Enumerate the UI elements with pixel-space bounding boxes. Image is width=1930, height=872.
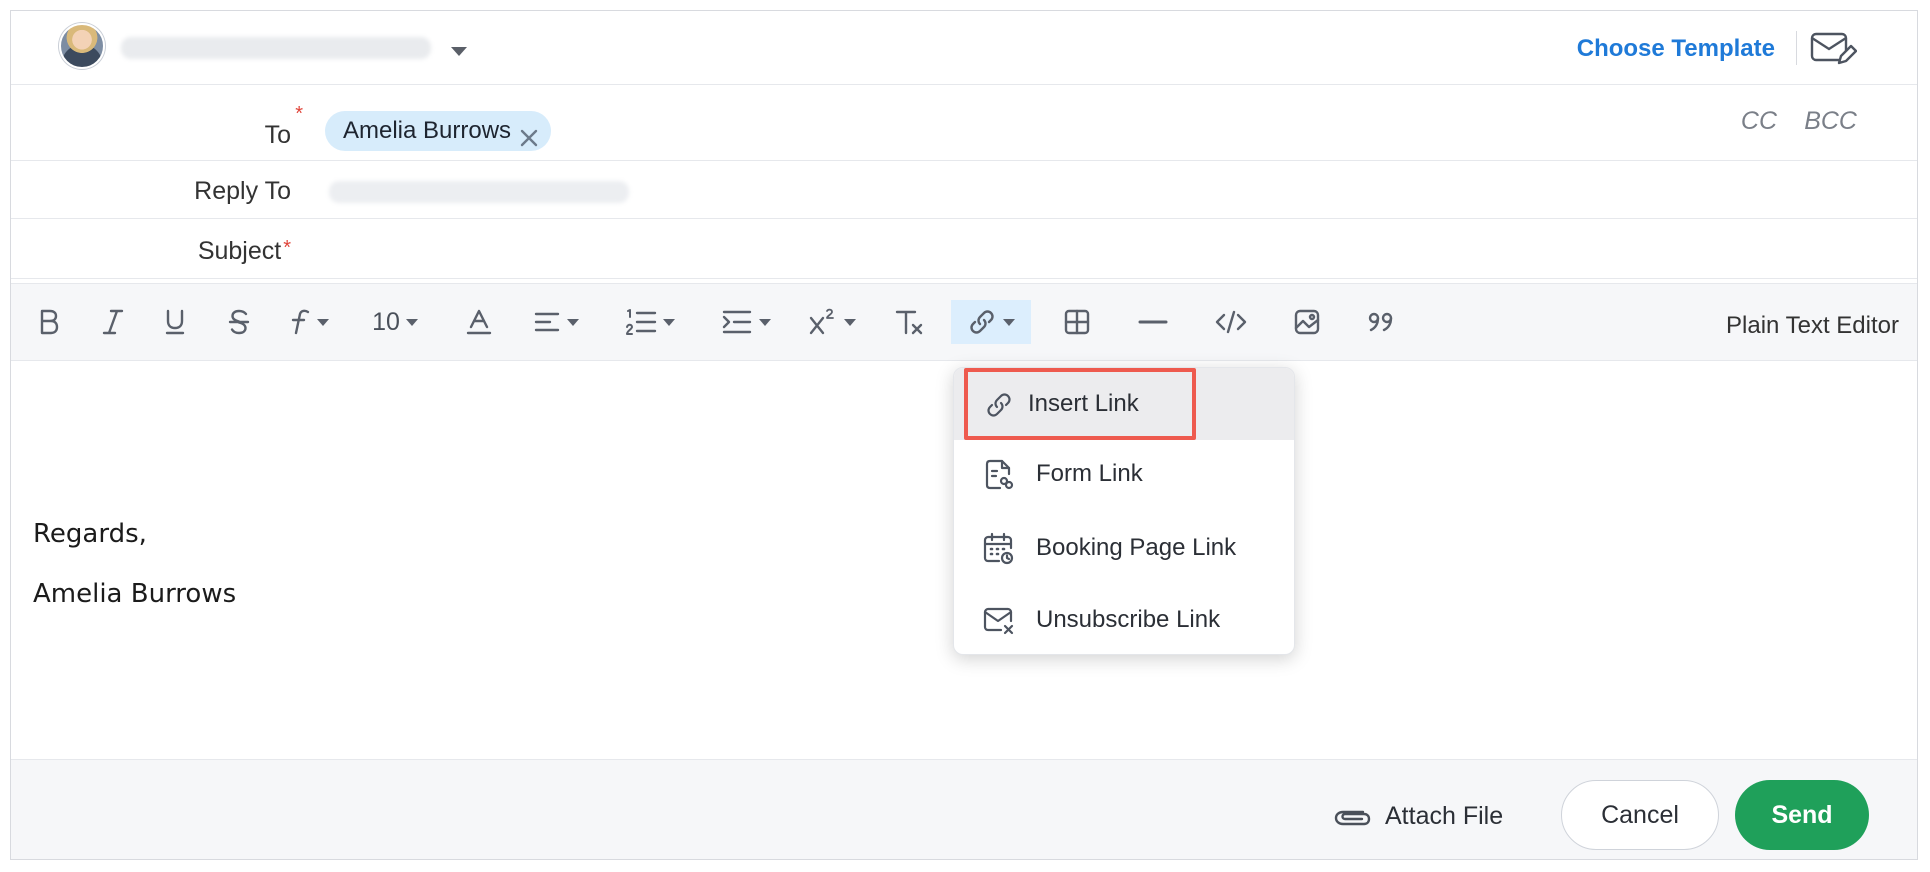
link-dropdown-menu: Insert Link Form Link Booking Page Link … bbox=[953, 367, 1295, 655]
bcc-toggle[interactable]: BCC bbox=[1804, 107, 1857, 136]
subject-label: Subject * bbox=[197, 237, 291, 265]
insert-image-icon[interactable] bbox=[1287, 300, 1327, 344]
italic-icon[interactable] bbox=[93, 300, 133, 344]
cc-toggle[interactable]: CC bbox=[1741, 107, 1777, 136]
compose-header: Choose Template bbox=[11, 11, 1917, 85]
indent-dropdown-icon[interactable] bbox=[711, 300, 781, 344]
align-dropdown-icon[interactable] bbox=[523, 300, 589, 344]
attach-file-label: Attach File bbox=[1385, 802, 1504, 830]
signature-line: Amelia Burrows bbox=[33, 579, 237, 609]
blockquote-icon[interactable] bbox=[1361, 300, 1401, 344]
paperclip-icon bbox=[1334, 810, 1371, 825]
compose-mail-edit-icon[interactable] bbox=[1809, 29, 1858, 69]
recipient-chip[interactable]: Amelia Burrows bbox=[325, 111, 552, 151]
table-icon[interactable] bbox=[1057, 300, 1097, 344]
send-button[interactable]: Send bbox=[1735, 780, 1869, 850]
menu-item-label: Booking Page Link bbox=[1036, 534, 1237, 561]
sender-avatar bbox=[59, 23, 105, 69]
to-label: To * bbox=[264, 103, 303, 149]
compose-footer: Attach File Cancel Send bbox=[11, 759, 1917, 859]
font-size-dropdown[interactable]: 10 bbox=[363, 300, 427, 344]
header-divider bbox=[1796, 31, 1797, 65]
superscript-dropdown-icon[interactable] bbox=[801, 300, 863, 344]
form-link-icon bbox=[982, 458, 1016, 492]
calendar-icon bbox=[982, 532, 1016, 566]
remove-recipient-icon[interactable] bbox=[519, 121, 539, 147]
menu-item-label: Unsubscribe Link bbox=[1036, 606, 1221, 633]
menu-item-label: Form Link bbox=[1036, 460, 1143, 487]
font-family-dropdown-icon[interactable] bbox=[281, 300, 337, 344]
to-row: To * Amelia Burrows CC BCC bbox=[11, 85, 1917, 161]
formatting-toolbar: 10 Plain Text Editor bbox=[11, 283, 1917, 361]
clear-formatting-icon[interactable] bbox=[889, 300, 929, 344]
bold-icon[interactable] bbox=[29, 300, 69, 344]
menu-item-form-link[interactable]: Form Link bbox=[954, 438, 1294, 510]
reply-to-address-redacted[interactable] bbox=[329, 181, 629, 203]
from-address-redacted[interactable] bbox=[121, 37, 431, 59]
link-dropdown-icon[interactable] bbox=[951, 300, 1031, 344]
from-dropdown-caret-icon[interactable] bbox=[451, 47, 467, 56]
subject-row[interactable]: Subject * bbox=[11, 219, 1917, 279]
highlight-box bbox=[964, 368, 1196, 440]
strikethrough-icon[interactable] bbox=[219, 300, 259, 344]
email-compose-window: Choose Template To * Amelia Burrows CC BC… bbox=[10, 10, 1918, 860]
source-code-icon[interactable] bbox=[1209, 300, 1253, 344]
horizontal-line-icon[interactable] bbox=[1133, 300, 1173, 344]
required-asterisk: * bbox=[295, 103, 303, 125]
underline-icon[interactable] bbox=[155, 300, 195, 344]
recipient-chip-label: Amelia Burrows bbox=[343, 117, 512, 144]
plain-text-editor-toggle[interactable]: Plain Text Editor bbox=[1726, 312, 1899, 340]
required-asterisk: * bbox=[283, 237, 291, 259]
numbered-list-dropdown-icon[interactable] bbox=[615, 300, 685, 344]
reply-to-row: Reply To bbox=[11, 161, 1917, 219]
attach-file-button[interactable]: Attach File bbox=[1331, 802, 1503, 831]
cancel-button[interactable]: Cancel bbox=[1561, 780, 1719, 850]
mail-x-icon bbox=[982, 604, 1016, 638]
choose-template-link[interactable]: Choose Template bbox=[1577, 35, 1775, 63]
reply-to-label: Reply To bbox=[194, 177, 291, 205]
menu-item-unsubscribe-link[interactable]: Unsubscribe Link bbox=[954, 584, 1294, 654]
text-color-icon[interactable] bbox=[459, 300, 499, 344]
menu-item-booking-page-link[interactable]: Booking Page Link bbox=[954, 512, 1294, 584]
signature-line: Regards, bbox=[33, 519, 147, 549]
menu-item-insert-link[interactable]: Insert Link bbox=[954, 368, 1294, 440]
